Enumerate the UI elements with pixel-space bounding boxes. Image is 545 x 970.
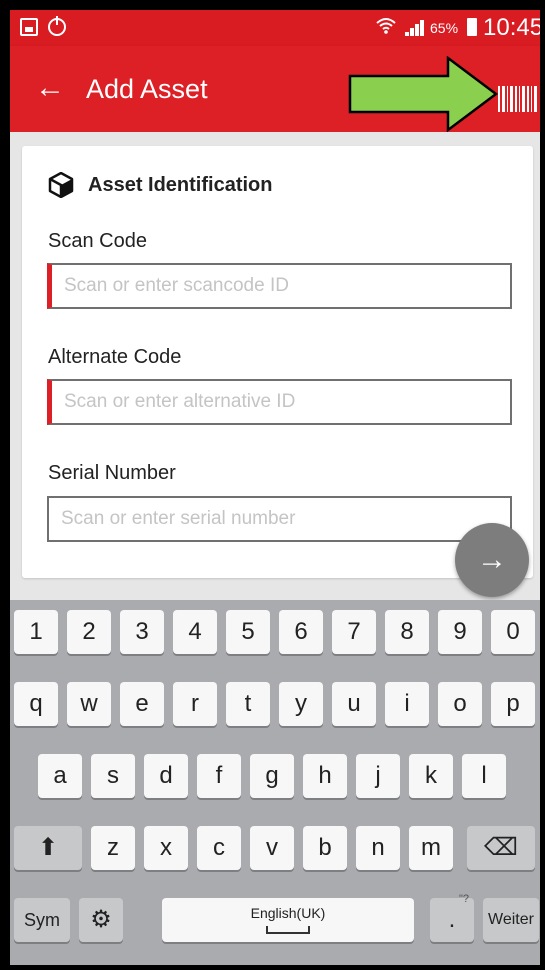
settings-key[interactable]: ⚙ [79, 898, 123, 942]
next-button[interactable]: → [455, 523, 529, 597]
serial-number-field[interactable] [47, 496, 512, 542]
keyboard: 1 2 3 4 5 6 7 8 9 0 q w e r t y u i o p … [10, 600, 540, 965]
key-b[interactable]: b [303, 826, 347, 870]
scan-code-field[interactable] [47, 263, 512, 309]
key-i[interactable]: i [385, 682, 429, 726]
key-k[interactable]: k [409, 754, 453, 798]
key-e[interactable]: e [120, 682, 164, 726]
page-title: Add Asset [86, 74, 208, 104]
key-3[interactable]: 3 [120, 610, 164, 654]
key-7[interactable]: 7 [332, 610, 376, 654]
key-5[interactable]: 5 [226, 610, 270, 654]
key-r[interactable]: r [173, 682, 217, 726]
enter-key[interactable]: Weiter [483, 898, 539, 942]
key-w[interactable]: w [67, 682, 111, 726]
key-d[interactable]: d [144, 754, 188, 798]
battery-percent: 65% [430, 20, 459, 36]
image-notification-icon [20, 18, 38, 36]
annotation-arrow-icon [348, 56, 499, 132]
screen: 65% 10:45 ← Add Asset Asset Identificati… [10, 10, 544, 965]
key-9[interactable]: 9 [438, 610, 482, 654]
gear-icon: ⚙ [90, 906, 112, 933]
key-a[interactable]: a [38, 754, 82, 798]
key-g[interactable]: g [250, 754, 294, 798]
key-c[interactable]: c [197, 826, 241, 870]
key-6[interactable]: 6 [279, 610, 323, 654]
space-bar-icon [266, 926, 310, 934]
key-8[interactable]: 8 [385, 610, 429, 654]
key-h[interactable]: h [303, 754, 347, 798]
key-y[interactable]: y [279, 682, 323, 726]
serial-number-label: Serial Number [48, 462, 176, 484]
key-f[interactable]: f [197, 754, 241, 798]
scan-code-label: Scan Code [48, 230, 147, 252]
power-icon [48, 16, 66, 36]
alternate-code-label: Alternate Code [48, 346, 182, 368]
cube-icon [48, 172, 74, 198]
key-j[interactable]: j [356, 754, 400, 798]
period-sub-label: "? [458, 893, 469, 905]
battery-icon [467, 18, 477, 36]
key-n[interactable]: n [356, 826, 400, 870]
app-bar: ← Add Asset [10, 46, 540, 132]
key-1[interactable]: 1 [14, 610, 58, 654]
sym-key[interactable]: Sym [14, 898, 70, 942]
serial-number-input[interactable] [61, 498, 501, 540]
key-s[interactable]: s [91, 754, 135, 798]
key-v[interactable]: v [250, 826, 294, 870]
device-frame: 65% 10:45 ← Add Asset Asset Identificati… [0, 0, 545, 970]
signal-icon [405, 20, 425, 36]
space-key[interactable]: English(UK) [162, 898, 414, 942]
key-q[interactable]: q [14, 682, 58, 726]
period-key[interactable]: . "? [430, 893, 474, 942]
content-area: Asset Identification Scan Code Alternate… [10, 132, 540, 600]
key-0[interactable]: 0 [491, 610, 535, 654]
key-p[interactable]: p [491, 682, 535, 726]
shift-arrow-icon: ⬆ [37, 834, 59, 861]
key-2[interactable]: 2 [67, 610, 111, 654]
key-u[interactable]: u [332, 682, 376, 726]
key-m[interactable]: m [409, 826, 453, 870]
backspace-key[interactable]: ⌫ [467, 826, 535, 870]
key-z[interactable]: z [91, 826, 135, 870]
period-label: . [448, 906, 456, 933]
back-arrow-icon[interactable]: ← [30, 68, 70, 108]
shift-key[interactable]: ⬆ [14, 826, 82, 870]
key-o[interactable]: o [438, 682, 482, 726]
status-bar: 65% 10:45 [10, 10, 544, 46]
arrow-right-icon: → [477, 543, 507, 576]
backspace-icon: ⌫ [484, 834, 518, 861]
key-4[interactable]: 4 [173, 610, 217, 654]
key-x[interactable]: x [144, 826, 188, 870]
key-l[interactable]: l [462, 754, 506, 798]
space-language-label: English(UK) [250, 905, 326, 921]
scan-code-input[interactable] [64, 265, 504, 307]
clock: 10:45 [483, 14, 544, 41]
card-title: Asset Identification [88, 174, 273, 196]
alternate-code-input[interactable] [64, 381, 504, 423]
wifi-icon [375, 16, 397, 36]
barcode-scan-icon[interactable] [498, 86, 538, 112]
key-t[interactable]: t [226, 682, 270, 726]
asset-identification-card: Asset Identification Scan Code Alternate… [22, 146, 533, 578]
alternate-code-field[interactable] [47, 379, 512, 425]
